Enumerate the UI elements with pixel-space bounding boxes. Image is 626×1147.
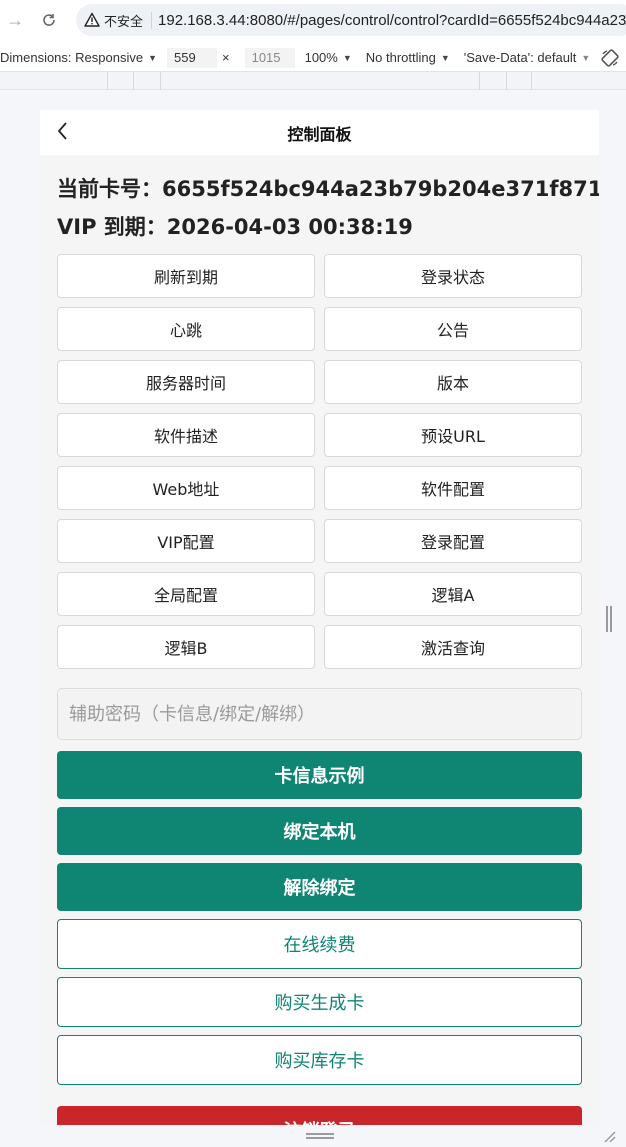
dimensions-dropdown[interactable]: Dimensions: Responsive ▼ [0,50,157,65]
preset-url-button[interactable]: 预设URL [324,413,582,457]
api-button-grid: 刷新到期 登录状态 心跳 公告 服务器时间 版本 软件描述 预设URL Web地… [57,254,582,669]
global-config-button[interactable]: 全局配置 [57,572,315,616]
height-input[interactable]: 1015 [244,47,295,68]
caret-down-icon: ▼ [440,52,450,63]
card-number-text: 当前卡号：6655f524bc944a23b79b204e371f8712 [57,177,599,201]
media-query-ruler [0,72,626,90]
ruler-tick [160,72,161,90]
vip-expiry-text: VIP 到期：2026-04-03 00:38:19 [57,215,413,239]
bottom-resize-handle[interactable] [306,1133,334,1139]
online-renew-button[interactable]: 在线续费 [57,919,582,969]
software-config-button[interactable]: 软件配置 [324,466,582,510]
ruler-tick [531,72,532,90]
software-description-button[interactable]: 软件描述 [57,413,315,457]
back-chevron-icon[interactable] [52,120,74,142]
save-data-label: 'Save-Data': default [463,50,577,65]
times-sign: × [222,50,230,65]
heartbeat-button[interactable]: 心跳 [57,307,315,351]
browser-toolbar: → 不安全 192.168.3.44:8080/#/pages/control/… [0,0,626,40]
security-label: 不安全 [104,13,144,29]
ruler-tick [107,72,108,90]
corner-resize-icon[interactable] [602,1129,616,1143]
version-button[interactable]: 版本 [324,360,582,404]
dimensions-label: Dimensions: Responsive [0,50,144,65]
unbind-button[interactable]: 解除绑定 [57,863,582,911]
logout-button[interactable]: 注销登录 [57,1106,582,1125]
announcement-button[interactable]: 公告 [324,307,582,351]
bind-device-button[interactable]: 绑定本机 [57,807,582,855]
security-chip[interactable]: 不安全 [84,11,151,30]
login-status-button[interactable]: 登录状态 [324,254,582,298]
ruler-tick [506,72,507,90]
logic-a-button[interactable]: 逻辑A [324,572,582,616]
throttling-dropdown[interactable]: No throttling ▼ [366,50,450,65]
zoom-label: 100% [304,50,338,65]
activation-query-button[interactable]: 激活查询 [324,625,582,669]
login-config-button[interactable]: 登录配置 [324,519,582,563]
card-info-example-button[interactable]: 卡信息示例 [57,751,582,799]
nav-header: 控制面板 [40,110,599,155]
throttling-label: No throttling [365,50,436,65]
rotate-icon[interactable] [600,48,620,68]
caret-down-icon: ▼ [342,52,352,63]
server-time-button[interactable]: 服务器时间 [57,360,315,404]
ruler-tick [479,72,480,90]
buy-generated-card-button[interactable]: 购买生成卡 [57,977,582,1027]
address-bar[interactable]: 不安全 192.168.3.44:8080/#/pages/control/co… [76,4,626,36]
reload-icon[interactable] [36,7,62,33]
url-text: 192.168.3.44:8080/#/pages/control/contro… [151,11,626,29]
back-arrow-icon[interactable]: → [2,7,28,33]
save-data-dropdown[interactable]: 'Save-Data': default ▼ [464,50,591,65]
ruler-tick [133,72,134,90]
web-address-button[interactable]: Web地址 [57,466,315,510]
width-input[interactable]: 559 [167,47,217,68]
logic-b-button[interactable]: 逻辑B [57,625,315,669]
aux-password-input[interactable] [57,688,582,740]
zoom-dropdown[interactable]: 100% ▼ [305,50,352,65]
right-resize-handle[interactable] [606,606,612,632]
caret-down-icon: ▼ [581,52,591,63]
warning-icon [84,12,100,27]
emulated-page: 控制面板 当前卡号：6655f524bc944a23b79b204e371f87… [40,110,599,1125]
refresh-expiry-button[interactable]: 刷新到期 [57,254,315,298]
page-title: 控制面板 [287,124,352,144]
caret-down-icon: ▼ [148,52,157,63]
device-toolbar: Dimensions: Responsive ▼ 559 × 1015 100%… [0,44,626,72]
vip-config-button[interactable]: VIP配置 [57,519,315,563]
buy-stock-card-button[interactable]: 购买库存卡 [57,1035,582,1085]
